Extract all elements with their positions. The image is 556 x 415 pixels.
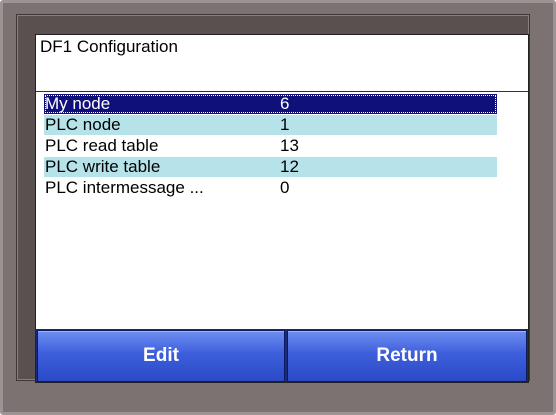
- config-list: My node 6 PLC node 1 PLC read table 13 P…: [44, 94, 497, 326]
- list-item-plc-intermessage[interactable]: PLC intermessage ... 0: [44, 178, 497, 198]
- list-item-value: 0: [280, 178, 290, 197]
- list-item-plc-read-table[interactable]: PLC read table 13: [44, 136, 497, 156]
- list-item-value: 13: [280, 136, 299, 155]
- list-item-value: 6: [280, 94, 290, 113]
- list-item-label: PLC write table: [45, 157, 161, 176]
- list-item-label: PLC read table: [45, 136, 159, 155]
- list-item-plc-write-table[interactable]: PLC write table 12: [44, 157, 497, 177]
- hmi-screen: DF1 Configuration My node 6 PLC node 1 P…: [35, 34, 529, 383]
- return-button[interactable]: Return: [287, 330, 527, 382]
- page-title: DF1 Configuration: [40, 37, 178, 56]
- edit-button[interactable]: Edit: [37, 330, 285, 382]
- title-bar: DF1 Configuration: [36, 35, 528, 92]
- list-item-value: 1: [280, 115, 290, 134]
- list-item-label: PLC node: [45, 115, 121, 134]
- list-item-label: My node: [45, 94, 111, 113]
- button-bar: Edit Return: [36, 329, 528, 382]
- list-item-my-node[interactable]: My node 6: [44, 94, 497, 114]
- scroll-track: [497, 93, 527, 328]
- list-item-label: PLC intermessage ...: [45, 178, 204, 197]
- list-item-value: 12: [280, 157, 299, 176]
- list-item-plc-node[interactable]: PLC node 1: [44, 115, 497, 135]
